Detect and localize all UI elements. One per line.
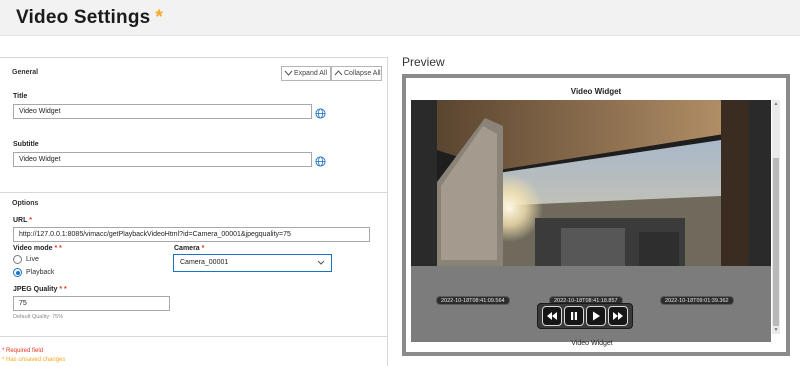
camera-select[interactable]: Camera_00001 bbox=[173, 254, 332, 272]
play-icon bbox=[593, 311, 600, 321]
jpeg-quality-hint: Default Quality: 75% bbox=[13, 314, 64, 320]
unsaved-changes-note: * Has unsaved changes bbox=[2, 357, 66, 363]
section-divider bbox=[0, 336, 387, 337]
page-title: Video Settings * bbox=[16, 7, 164, 28]
url-label: URL * bbox=[13, 217, 32, 224]
url-input[interactable]: http://127.0.0.1:8085/vimacc/getPlayback… bbox=[13, 227, 370, 242]
preview-scrollbar[interactable]: ▲ ▼ bbox=[772, 100, 780, 334]
unsaved-marker: * bbox=[155, 7, 164, 28]
play-button[interactable] bbox=[586, 306, 606, 326]
radio-playback-label[interactable]: Playback bbox=[26, 269, 54, 276]
video-player[interactable]: 2022-10-18T08:41:09.564 2022-10-18T08:41… bbox=[411, 100, 771, 342]
page-header: Video Settings * bbox=[0, 0, 800, 36]
pause-button[interactable] bbox=[564, 306, 584, 326]
scroll-down-arrow-icon[interactable]: ▼ bbox=[772, 326, 780, 334]
chevron-up-icon bbox=[332, 67, 344, 80]
video-mode-label: Video mode * * bbox=[13, 245, 62, 252]
timeline-end-time: 2022-10-18T09:01:39.362 bbox=[660, 296, 734, 305]
radio-live-label[interactable]: Live bbox=[26, 256, 39, 263]
chevron-down-icon bbox=[282, 67, 294, 80]
subtitle-label: Subtitle bbox=[13, 141, 39, 148]
fast-forward-button[interactable] bbox=[608, 306, 628, 326]
rewind-icon bbox=[547, 312, 557, 320]
camera-select-value: Camera_00001 bbox=[180, 259, 229, 266]
pause-icon bbox=[571, 312, 577, 320]
subtitle-input[interactable]: Video Widget bbox=[13, 152, 312, 167]
chevron-down-icon bbox=[317, 255, 325, 275]
scroll-up-arrow-icon[interactable]: ▲ bbox=[772, 100, 780, 108]
section-divider bbox=[0, 192, 387, 193]
globe-icon[interactable] bbox=[315, 154, 326, 167]
timeline-start-time: 2022-10-18T08:41:09.564 bbox=[436, 296, 510, 305]
rewind-button[interactable] bbox=[542, 306, 562, 326]
fast-forward-icon bbox=[613, 312, 623, 320]
radio-live[interactable] bbox=[13, 255, 22, 264]
section-general-label: General bbox=[12, 69, 39, 76]
jpeg-quality-label: JPEG Quality * * bbox=[13, 286, 67, 293]
radio-playback[interactable] bbox=[13, 268, 22, 277]
collapse-all-button[interactable]: Collapse All bbox=[331, 66, 382, 81]
widget-title: Video Widget bbox=[570, 87, 622, 96]
video-frame bbox=[411, 100, 771, 266]
camera-label: Camera * bbox=[174, 245, 205, 252]
expand-all-button[interactable]: Expand All bbox=[281, 66, 331, 81]
required-field-note: * Required field bbox=[2, 348, 44, 354]
expand-all-label: Expand All bbox=[294, 70, 328, 77]
globe-icon[interactable] bbox=[315, 106, 326, 119]
scrollbar-thumb[interactable] bbox=[773, 158, 779, 326]
preview-title: Preview bbox=[402, 55, 445, 69]
collapse-all-label: Collapse All bbox=[344, 70, 381, 77]
section-options-label: Options bbox=[12, 200, 39, 207]
settings-panel: General Expand All Collapse All Title Vi… bbox=[0, 57, 388, 366]
playback-controls bbox=[537, 303, 633, 329]
title-input[interactable]: Video Widget bbox=[13, 104, 312, 119]
title-label: Title bbox=[13, 93, 28, 100]
jpeg-quality-input[interactable]: 75 bbox=[13, 296, 170, 311]
preview-frame: Video Widget 2022-10-18T08:41:09.564 202… bbox=[402, 74, 790, 356]
widget-footer-title: Video Widget bbox=[571, 340, 613, 347]
